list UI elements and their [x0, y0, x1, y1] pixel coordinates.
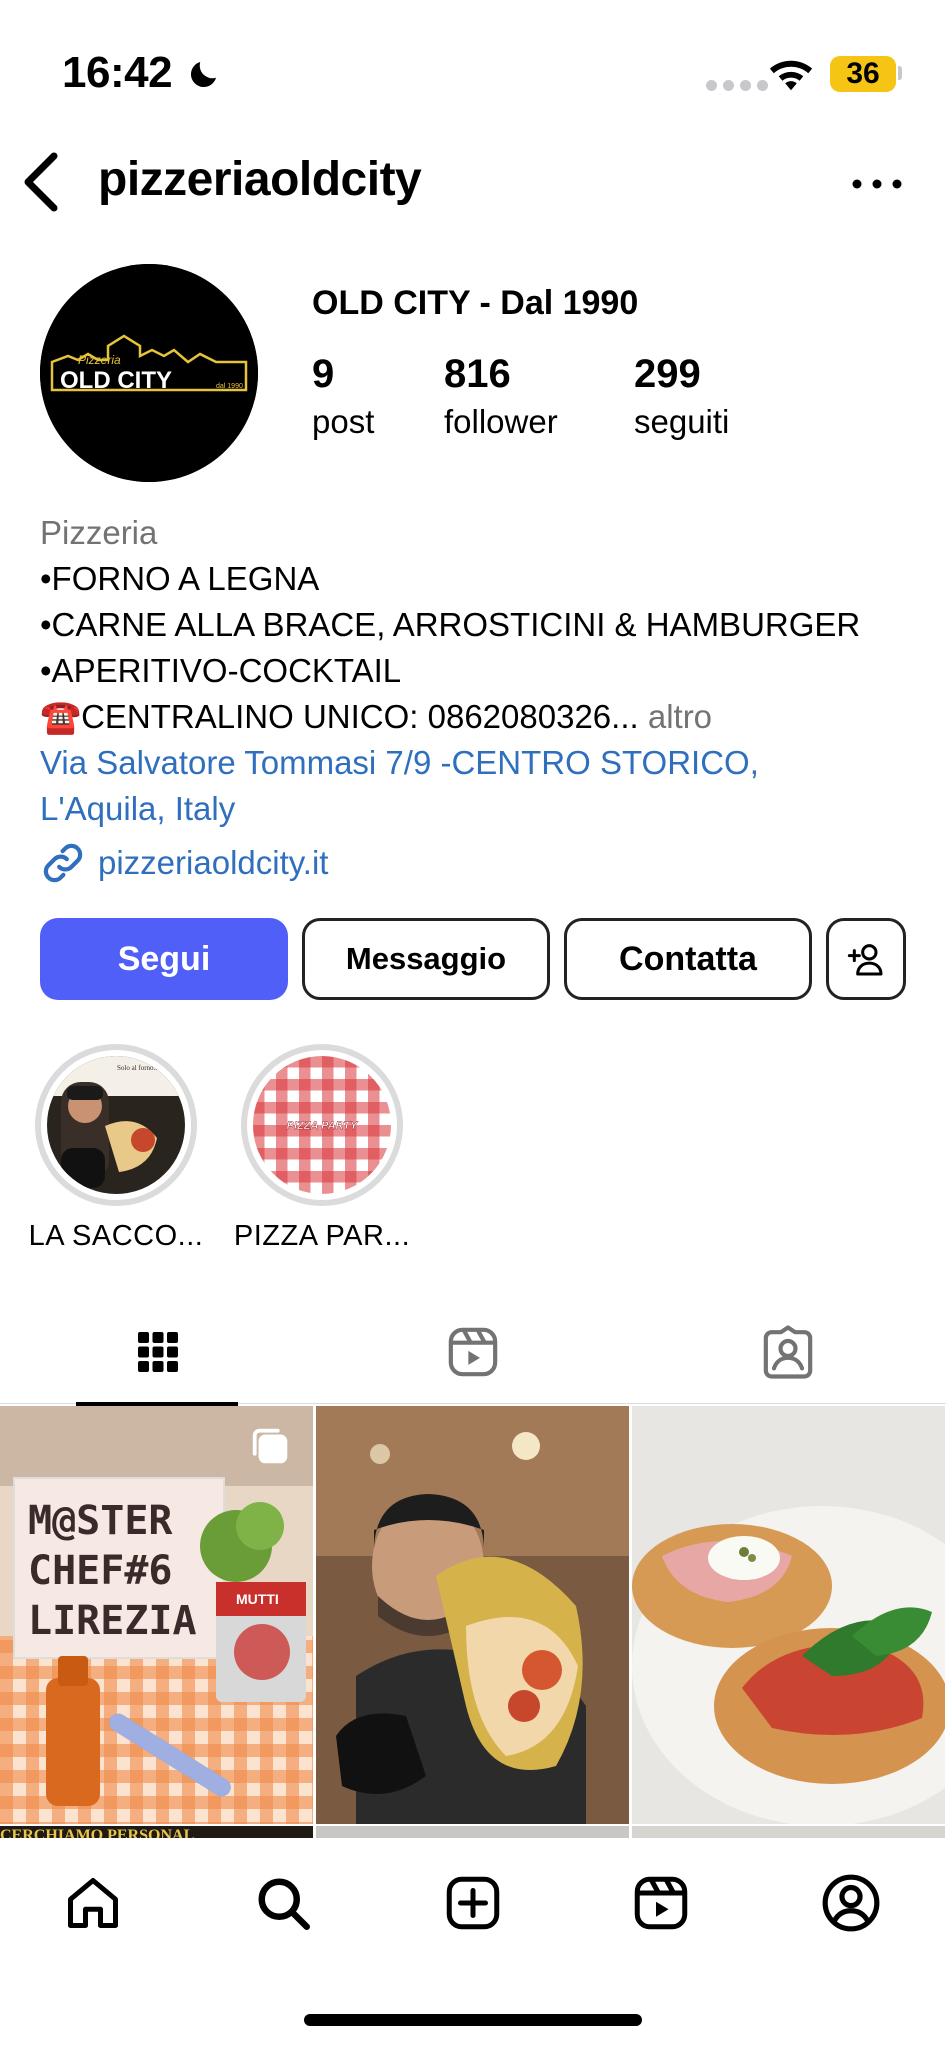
search-icon [258, 1878, 310, 1930]
nav-home[interactable] [58, 1868, 128, 1938]
home-indicator[interactable] [304, 2014, 642, 2026]
bio: Pizzeria •FORNO A LEGNA •CARNE ALLA BRAC… [40, 510, 920, 832]
stat-followers[interactable]: 816 follower [444, 352, 558, 441]
stat-label: follower [444, 403, 558, 440]
stat-label: seguiti [634, 403, 730, 440]
carousel-icon [252, 1428, 288, 1464]
post-image [632, 1406, 945, 1824]
bio-line: •FORNO A LEGNA [40, 560, 320, 597]
post-sign-line: M@STER [28, 1498, 173, 1544]
person-add-icon [847, 944, 883, 976]
post-image [316, 1406, 629, 1824]
wifi-icon [769, 60, 813, 91]
grid-icon [137, 1332, 178, 1372]
highlight-cover: Solo al forno... [47, 1056, 185, 1194]
stat-posts[interactable]: 9 post [312, 352, 374, 441]
follow-button[interactable]: Segui [40, 918, 288, 1000]
stat-value: 9 [312, 352, 335, 396]
contact-button[interactable]: Contatta [564, 918, 812, 1000]
tagged-icon [763, 1325, 812, 1379]
tab-tagged[interactable] [630, 1300, 945, 1404]
post-sign-line: LIREZIA [28, 1598, 197, 1644]
battery-tip [898, 66, 902, 80]
chevron-left-icon[interactable] [20, 150, 64, 214]
stat-label: post [312, 403, 375, 440]
post-tile[interactable]: M@STER CHEF#6 LIREZIA MUTTI [0, 1406, 313, 1824]
highlight-item[interactable]: PIZZA PARTY PIZZA PAR... [222, 1044, 422, 1253]
tab-reels[interactable] [315, 1300, 630, 1404]
home-icon [68, 1878, 118, 1928]
profile-icon [822, 1874, 880, 1932]
pizzeria-logo: Pizzeria OLD CITY dal 1990 [40, 264, 258, 482]
website-link[interactable]: pizzeriaoldcity.it [40, 840, 328, 886]
link-icon [43, 843, 83, 883]
nav-create[interactable] [438, 1868, 508, 1938]
bio-phone-line: ☎️CENTRALINO UNICO: 0862080326... altro [40, 694, 920, 740]
moon-icon [190, 62, 216, 88]
stat-value: 816 [444, 352, 511, 396]
status-time: 16:42 [62, 48, 173, 97]
battery-icon: 36 [830, 56, 896, 92]
signal-icon [706, 80, 768, 91]
website-text: pizzeriaoldcity.it [98, 844, 329, 881]
more-horizontal-icon[interactable] [848, 164, 906, 204]
bio-line: •APERITIVO-COCKTAIL [40, 652, 402, 689]
bio-phone: ☎️CENTRALINO UNICO: 0862080326... [40, 698, 639, 735]
logo-sub-text: dal 1990 [216, 383, 243, 390]
reels-icon [448, 1327, 497, 1377]
posts-grid: M@STER CHEF#6 LIREZIA MUTTI CERCHIAMO PE… [0, 1406, 946, 1844]
plus-square-icon [446, 1876, 500, 1930]
avatar[interactable]: Pizzeria OLD CITY dal 1990 [40, 264, 258, 482]
highlight-cover-text: Solo al forno... [117, 1064, 159, 1072]
stat-value: 299 [634, 352, 701, 396]
status-bar: 16:42 36 [0, 0, 946, 140]
profile-tabs [0, 1300, 946, 1406]
bio-address-line1[interactable]: Via Salvatore Tommasi 7/9 -CENTRO STORIC… [40, 740, 920, 786]
logo-main-text: OLD CITY [60, 367, 172, 394]
highlight-cover-image: Solo al forno... [47, 1056, 185, 1194]
post-tile[interactable] [316, 1406, 629, 1824]
logo-small-text: Pizzeria [78, 353, 121, 367]
highlight-cover-image: PIZZA PARTY [253, 1056, 391, 1194]
highlight-ring: PIZZA PARTY [241, 1044, 403, 1206]
display-name: OLD CITY - Dal 1990 [312, 284, 639, 322]
bio-address-line2[interactable]: L'Aquila, Italy [40, 786, 920, 832]
highlight-label: LA SACCO... [28, 1220, 204, 1252]
nav-profile[interactable] [816, 1868, 886, 1938]
highlight-ring: Solo al forno... [35, 1044, 197, 1206]
post-can-label: MUTTI [236, 1591, 279, 1607]
stat-following[interactable]: 299 seguiti [634, 352, 729, 441]
post-tile[interactable] [632, 1406, 945, 1824]
highlight-item[interactable]: Solo al forno... LA SACCO... [16, 1044, 216, 1253]
nav-reels[interactable] [626, 1868, 696, 1938]
highlight-cover: PIZZA PARTY [253, 1056, 391, 1194]
nav-search[interactable] [248, 1868, 318, 1938]
profile-username: pizzeriaoldcity [98, 153, 422, 206]
reels-icon [634, 1876, 688, 1930]
post-sign-line: CHEF#6 [28, 1548, 173, 1594]
tab-grid[interactable] [0, 1300, 315, 1406]
bio-line: •CARNE ALLA BRACE, ARROSTICINI & HAMBURG… [40, 606, 861, 643]
bio-more-link[interactable]: altro [648, 698, 712, 735]
highlight-label: PIZZA PAR... [233, 1220, 411, 1252]
add-user-button[interactable] [826, 918, 906, 1000]
bio-category: Pizzeria [40, 514, 158, 551]
highlight-cover-text: PIZZA PARTY [287, 1120, 359, 1132]
message-button[interactable]: Messaggio [302, 918, 550, 1000]
